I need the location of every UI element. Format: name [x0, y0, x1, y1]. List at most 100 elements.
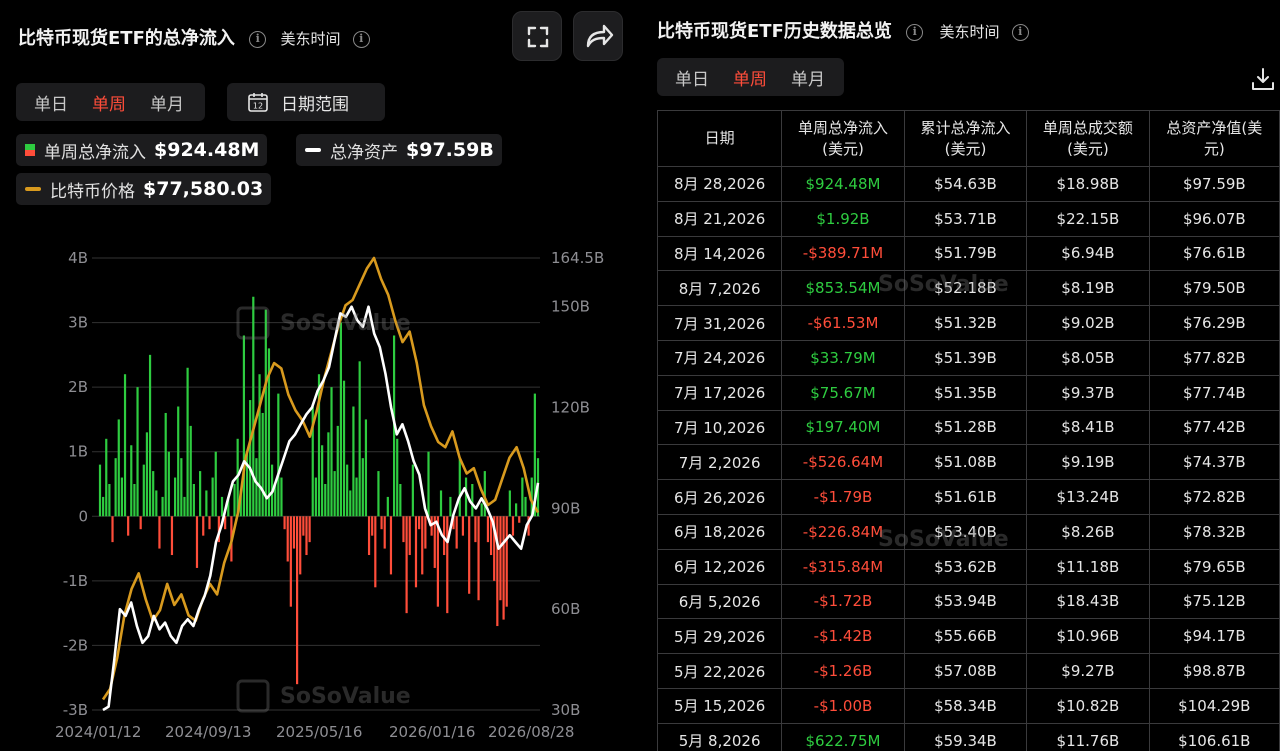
tab-weekly[interactable]: 单周: [80, 90, 138, 115]
column-header[interactable]: 单周总净流入 (美元): [781, 110, 905, 167]
inflow-bar: [180, 458, 183, 517]
inflow-bar: [299, 516, 302, 575]
table-cell: 6月 18,2026: [656, 513, 783, 550]
inflow-bar: [427, 451, 430, 517]
inflow-bar: [202, 516, 205, 536]
inflow-bar: [133, 484, 136, 517]
table-row: 8月 21,2026 $1.92B $53.71B $22.15B $96.07B: [656, 200, 1280, 237]
table-row: 8月 28,2026 $924.48M $54.63B $18.98B $97.59B: [656, 166, 1280, 202]
inflow-bar: [264, 309, 267, 517]
inflow-bar: [499, 516, 502, 601]
inflow-bar: [139, 516, 142, 530]
column-header[interactable]: 累计总净流入 (美元): [903, 110, 1028, 167]
inflow-bar: [249, 400, 252, 517]
chart-title: 比特币现货ETF的总净流入: [18, 28, 235, 49]
assets-line: [102, 305, 540, 712]
legend-assets-value: $97.59B: [406, 139, 494, 161]
y-right-tick-label: 90B: [551, 499, 580, 517]
inflow-bar: [411, 464, 414, 517]
y-left-tick-label: -1B: [63, 572, 88, 590]
inflow-bar: [242, 335, 246, 517]
table-cell: $18.98B: [1026, 166, 1150, 202]
table-cell: $8.19B: [1026, 270, 1150, 307]
tab-daily[interactable]: 单日: [22, 90, 80, 115]
inflow-bar: [474, 516, 477, 543]
inflow-bar: [120, 477, 123, 517]
table-cell: $94.17B: [1148, 618, 1280, 655]
inflow-bar: [167, 451, 170, 517]
table-cell: $53.71B: [903, 200, 1028, 237]
inflow-bar: [408, 516, 411, 556]
y-right-tick-label: 120B: [551, 399, 590, 417]
inflow-bar: [446, 516, 449, 614]
inflow-bar: [521, 477, 524, 517]
history-table: 日期 单周总净流入 (美元) 累计总净流入 (美元) 单周总成交额 (美元) 总资产净值(美元…: [656, 110, 1280, 751]
inflow-bar: [471, 484, 474, 517]
info-icon[interactable]: i: [249, 31, 267, 48]
inflow-bar: [367, 516, 371, 556]
inflow-bar: [155, 490, 158, 517]
inflow-bar: [161, 496, 164, 517]
column-header[interactable]: 总资产净值(美 元): [1148, 110, 1280, 167]
legend-price-value: $77,580.03: [143, 178, 264, 200]
table-cell: -$1.26B: [781, 653, 905, 689]
table-header-row: 日期 单周总净流入 (美元) 累计总净流入 (美元) 单周总成交额 (美元) 总资产净值(美元…: [656, 110, 1280, 167]
table-tab-monthly[interactable]: 单月: [779, 65, 837, 90]
table-cell: $104.29B: [1148, 687, 1280, 724]
share-button[interactable]: [573, 11, 623, 61]
tab-monthly[interactable]: 单月: [138, 90, 196, 115]
table-cell: $18.43B: [1026, 583, 1150, 620]
inflow-bar: [280, 477, 283, 517]
legend-price[interactable]: 比特币价格 $77,580.03: [16, 173, 272, 205]
fullscreen-button[interactable]: [512, 11, 562, 61]
table-timezone-label: 美东时间: [939, 23, 1000, 41]
y-left-tick-label: 2B: [68, 378, 88, 396]
table-cell: $22.15B: [1026, 200, 1150, 237]
table-cell: $51.79B: [903, 235, 1028, 272]
table-tab-daily[interactable]: 单日: [663, 65, 721, 90]
inflow-bar: [233, 484, 236, 517]
table-cell: $55.66B: [903, 618, 1028, 655]
inflow-bar: [421, 516, 424, 575]
column-header[interactable]: 日期: [656, 110, 783, 167]
table-cell: $53.62B: [903, 548, 1028, 585]
table-tab-weekly[interactable]: 单周: [721, 65, 779, 90]
table-row: 6月 12,2026 -$315.84M $53.62B $11.18B $79.65B: [656, 548, 1280, 585]
table-cell: 6月 5,2026: [656, 583, 783, 620]
date-range-button[interactable]: 12 日期范围: [227, 83, 385, 121]
table-watermark-1: SoSoValue: [878, 272, 1009, 297]
table-info-icon[interactable]: i: [906, 24, 924, 41]
inflow-bar: [524, 496, 527, 517]
legend-inflow[interactable]: 单周总净流入 $924.48M: [16, 134, 268, 166]
watermark-logo-icon: [236, 679, 270, 713]
inflow-bar: [217, 516, 220, 543]
legend-assets[interactable]: 总净资产 $97.59B: [296, 134, 502, 166]
table-timezone-info-icon[interactable]: i: [1011, 24, 1029, 41]
inflow-bar: [195, 516, 199, 568]
table-row: 7月 17,2026 $75.67M $51.35B $9.37B $77.74B: [656, 374, 1280, 411]
inflow-bar: [402, 516, 405, 543]
inflow-bar: [142, 464, 145, 517]
table-cell: 7月 2,2026: [656, 444, 783, 481]
y-left-tick-label: 4B: [68, 249, 88, 267]
table-cell: $54.63B: [903, 166, 1028, 202]
inflow-bar: [468, 516, 471, 594]
inflow-bar: [371, 516, 374, 536]
inflow-bar: [236, 438, 239, 517]
inflow-bar: [302, 516, 305, 536]
svg-text:12: 12: [253, 102, 263, 111]
table-row: 5月 29,2026 -$1.42B $55.66B $10.96B $94.17B: [656, 618, 1280, 655]
table-cell: $11.76B: [1026, 722, 1150, 751]
inflow-bar: [527, 516, 530, 536]
table-row: 5月 8,2026 $622.75M $59.34B $11.76B $106.61B: [656, 722, 1280, 751]
inflow-bar: [477, 516, 480, 601]
table-cell: $9.19B: [1026, 444, 1150, 481]
inflow-bar: [346, 464, 349, 517]
download-icon[interactable]: [1250, 66, 1276, 92]
inflow-bar: [274, 484, 277, 517]
inflow-bar: [314, 477, 317, 517]
inflow-bar: [183, 496, 186, 517]
inflow-bar: [339, 322, 342, 517]
timezone-info-icon[interactable]: i: [352, 31, 370, 48]
column-header[interactable]: 单周总成交额 (美元): [1026, 110, 1150, 167]
